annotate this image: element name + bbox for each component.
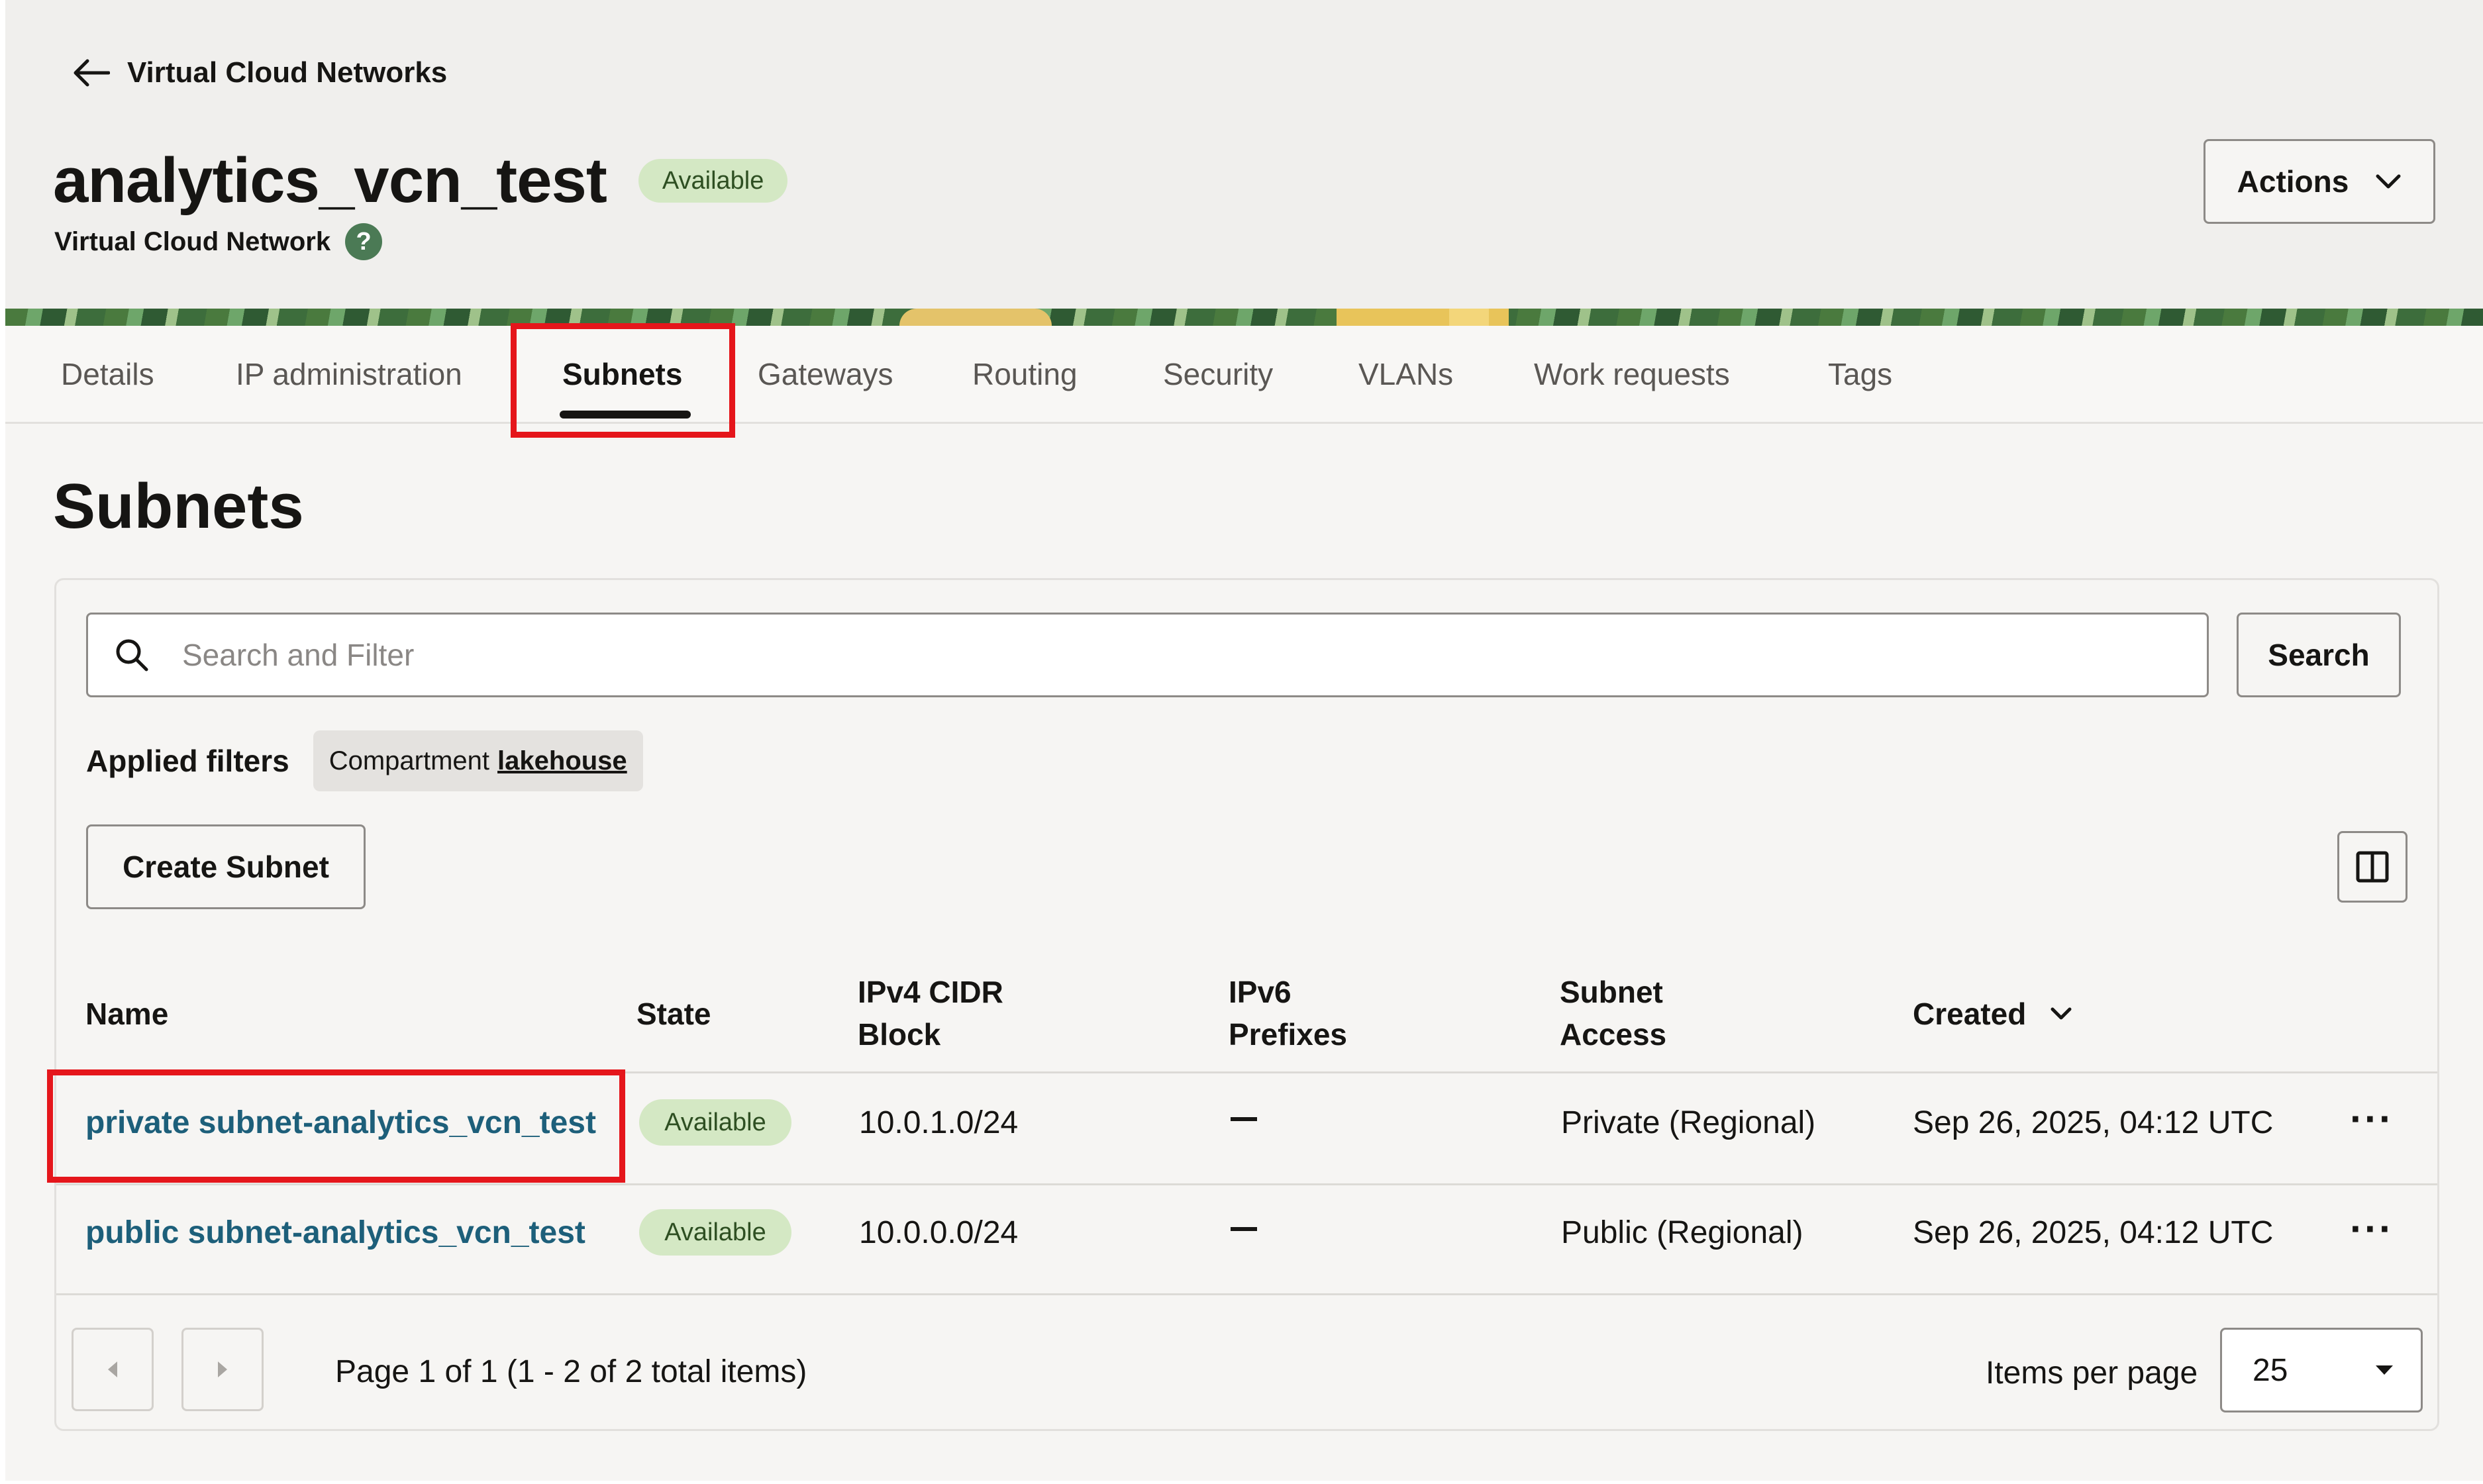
column-header-ipv6[interactable]: IPv6 Prefixes (1229, 971, 1347, 1056)
caret-right-icon (218, 1361, 227, 1377)
tab-routing[interactable]: Routing (972, 326, 1078, 422)
state-badge: Available (639, 1099, 791, 1146)
tab-bar: Details IP administration Subnets Gatewa… (5, 326, 2483, 424)
banner-accent (1449, 309, 1489, 326)
highlight-private-subnet (47, 1069, 625, 1183)
ipv6-empty-dash (1231, 1227, 1257, 1231)
search-input[interactable] (181, 636, 2207, 673)
tab-vlans[interactable]: VLANs (1358, 326, 1453, 422)
tab-work-requests[interactable]: Work requests (1534, 326, 1730, 422)
subnet-access: Public (Regional) (1561, 1215, 1803, 1250)
row-actions-button[interactable]: ··· (2350, 1209, 2394, 1249)
column-settings-button[interactable] (2337, 831, 2407, 903)
previous-page-button[interactable] (72, 1328, 154, 1411)
search-icon (116, 639, 148, 671)
created-date: Sep 26, 2025, 04:12 UTC (1913, 1215, 2274, 1250)
columns-icon (2356, 851, 2389, 883)
column-header-name[interactable]: Name (85, 993, 168, 1035)
highlight-subnets-tab (511, 323, 735, 438)
ipv6-empty-dash (1231, 1117, 1257, 1121)
subnet-access: Private (Regional) (1561, 1105, 1816, 1140)
filter-chip-key: Compartment (329, 746, 490, 775)
filter-chip-value[interactable]: lakehouse (497, 746, 627, 776)
arrow-left-icon (74, 59, 110, 87)
column-header-created[interactable]: Created (1913, 993, 2072, 1035)
divider (56, 1183, 2437, 1185)
items-per-page-label: Items per page (1986, 1356, 2198, 1391)
items-per-page-value: 25 (2253, 1352, 2288, 1388)
state-badge: Available (639, 1209, 791, 1256)
actions-button[interactable]: Actions (2204, 139, 2435, 224)
search-field[interactable] (86, 613, 2209, 697)
tab-details[interactable]: Details (61, 326, 154, 422)
resource-type-row: Virtual Cloud Network ? (54, 222, 383, 262)
ipv4-cidr: 10.0.0.0/24 (859, 1215, 1019, 1250)
items-per-page-select[interactable]: 25 (2220, 1328, 2423, 1412)
tab-tags[interactable]: Tags (1828, 326, 1892, 422)
title-row: analytics_vcn_test Available (53, 139, 788, 222)
section-title: Subnets (53, 471, 304, 542)
create-subnet-button[interactable]: Create Subnet (86, 824, 366, 909)
back-link[interactable]: Virtual Cloud Networks (72, 53, 447, 93)
banner-accent (899, 309, 1052, 326)
column-header-state[interactable]: State (636, 993, 711, 1035)
back-link-label: Virtual Cloud Networks (127, 56, 448, 89)
page: Virtual Cloud Networks analytics_vcn_tes… (5, 0, 2483, 1481)
ipv4-cidr: 10.0.1.0/24 (859, 1105, 1019, 1140)
page-title: analytics_vcn_test (53, 144, 607, 216)
chevron-down-icon (2376, 174, 2401, 189)
sort-chevron-icon (2051, 1007, 2072, 1020)
applied-filters: Applied filters Compartment lakehouse (86, 730, 643, 791)
header-banner (5, 309, 2483, 326)
tab-gateways[interactable]: Gateways (758, 326, 893, 422)
tab-security[interactable]: Security (1163, 326, 1273, 422)
row-actions-button[interactable]: ··· (2350, 1099, 2394, 1139)
tab-ip-administration[interactable]: IP administration (236, 326, 462, 422)
caret-down-icon (2376, 1365, 2393, 1375)
filter-chip-compartment[interactable]: Compartment lakehouse (313, 730, 643, 791)
subnet-name-link[interactable]: public subnet-analytics_vcn_test (85, 1212, 585, 1254)
search-button[interactable]: Search (2237, 613, 2401, 697)
next-page-button[interactable] (181, 1328, 264, 1411)
help-icon[interactable]: ? (345, 223, 383, 260)
caret-left-icon (108, 1361, 117, 1377)
page-header: Virtual Cloud Networks analytics_vcn_tes… (5, 0, 2483, 309)
actions-button-label: Actions (2237, 164, 2349, 199)
divider (56, 1293, 2437, 1295)
status-badge: Available (638, 158, 788, 203)
applied-filters-label: Applied filters (86, 744, 289, 778)
pagination-status: Page 1 of 1 (1 - 2 of 2 total items) (335, 1354, 807, 1389)
column-header-subnet-access[interactable]: Subnet Access (1560, 971, 1666, 1056)
column-header-ipv4[interactable]: IPv4 CIDR Block (858, 971, 1003, 1056)
created-date: Sep 26, 2025, 04:12 UTC (1913, 1105, 2274, 1140)
resource-type-label: Virtual Cloud Network (54, 226, 331, 256)
